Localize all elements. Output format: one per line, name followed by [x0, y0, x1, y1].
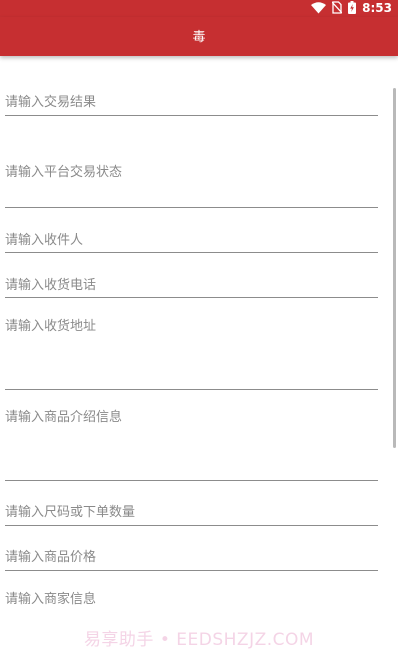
product-price-placeholder: 请输入商品价格	[5, 550, 97, 565]
app-bar: 毒	[0, 17, 398, 56]
status-time: 8:53	[362, 1, 392, 15]
recipient-placeholder: 请输入收件人	[5, 233, 84, 248]
product-description-field[interactable]: 请输入商品介绍信息	[5, 390, 378, 481]
wifi-icon	[311, 0, 327, 18]
size-quantity-field[interactable]: 请输入尺码或下单数量	[5, 481, 378, 526]
platform-trade-status-field[interactable]: 请输入平台交易状态	[5, 116, 378, 208]
battery-charging-icon	[348, 0, 357, 18]
merchant-info-placeholder: 请输入商家信息	[5, 592, 97, 607]
scrollbar[interactable]	[393, 88, 396, 448]
trade-result-field[interactable]: 请输入交易结果	[5, 56, 378, 116]
product-price-field[interactable]: 请输入商品价格	[5, 526, 378, 571]
recipient-phone-field[interactable]: 请输入收货电话	[5, 253, 378, 298]
recipient-field[interactable]: 请输入收件人	[5, 208, 378, 253]
recipient-phone-placeholder: 请输入收货电话	[5, 278, 97, 293]
status-bar: 8:53	[0, 0, 398, 17]
watermark: 易享助手 • EEDSHZJZ.COM	[83, 630, 315, 650]
platform-trade-status-placeholder: 请输入平台交易状态	[5, 165, 123, 180]
no-sim-icon	[331, 0, 343, 18]
shipping-address-placeholder: 请输入收货地址	[5, 319, 97, 334]
status-icons: 8:53	[311, 1, 392, 16]
app-title: 毒	[192, 30, 206, 45]
merchant-info-field[interactable]: 请输入商家信息	[5, 571, 378, 616]
product-description-placeholder: 请输入商品介绍信息	[5, 410, 123, 425]
size-quantity-placeholder: 请输入尺码或下单数量	[5, 505, 136, 520]
trade-result-placeholder: 请输入交易结果	[5, 95, 97, 110]
shipping-address-field[interactable]: 请输入收货地址	[5, 298, 378, 390]
